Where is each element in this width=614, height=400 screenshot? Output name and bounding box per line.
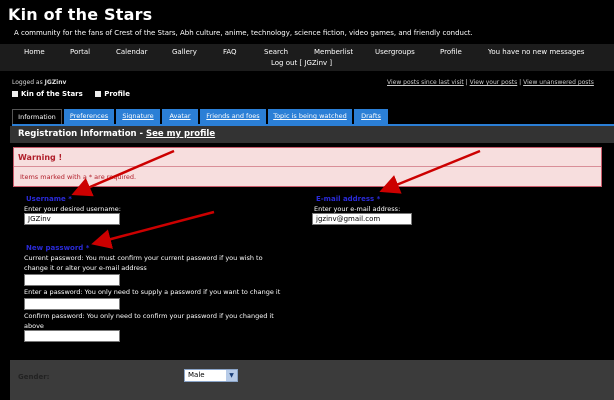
new-password-help: Enter a password: You only need to suppl… — [24, 288, 281, 296]
nav-faq[interactable]: FAQ — [223, 48, 237, 56]
nav-logout[interactable]: Log out [ JGZinv ] — [271, 59, 332, 67]
email-label: E-mail address * — [316, 195, 381, 203]
username-label: Username * — [26, 195, 72, 203]
tab-friends-and-foes[interactable]: Friends and foes — [200, 109, 266, 124]
breadcrumb: Kin of the Stars Profile — [12, 90, 140, 98]
email-input[interactable]: jgzinv@gmail.com — [312, 213, 412, 225]
nav-home[interactable]: Home — [24, 48, 45, 56]
unanswered-posts-link[interactable]: View unanswered posts — [523, 79, 594, 86]
warning-title: Warning ! — [18, 153, 63, 162]
site-description: A community for the fans of Crest of the… — [14, 29, 473, 37]
section-title-text: Registration Information - — [18, 129, 147, 139]
nav-profile[interactable]: Profile — [440, 48, 462, 56]
username-input[interactable]: JGZinv — [24, 213, 120, 225]
new-password-label: New password * — [26, 244, 90, 252]
current-password-help: Current password: You must confirm your … — [24, 254, 263, 272]
gender-label: Gender: — [18, 373, 50, 381]
userbar-links: View posts since last visit | View your … — [387, 79, 594, 86]
nav-memberlist[interactable]: Memberlist — [314, 48, 353, 56]
posts-since-last-visit-link[interactable]: View posts since last visit — [387, 79, 464, 86]
gender-row: Gender: Male ▼ — [10, 360, 614, 400]
gender-selected-value: Male — [188, 371, 205, 379]
logged-as-prefix: Logged as — [12, 79, 43, 86]
home-icon — [12, 91, 18, 97]
section-header: Registration Information - See my profil… — [10, 126, 614, 143]
profile-icon — [95, 91, 102, 97]
section-title: Registration Information - See my profil… — [18, 129, 215, 139]
site-header: Kin of the Stars A community for the fan… — [0, 0, 614, 44]
chevron-down-icon[interactable]: ▼ — [226, 370, 237, 381]
warning-box: Warning ! Items marked with a * are requ… — [13, 147, 602, 187]
see-my-profile-link[interactable]: See my profile — [146, 129, 215, 139]
nav-search[interactable]: Search — [264, 48, 288, 56]
userbar-separator: | — [465, 79, 468, 86]
site-title[interactable]: Kin of the Stars — [8, 5, 152, 24]
breadcrumb-home[interactable]: Kin of the Stars — [21, 90, 83, 98]
nav-usergroups[interactable]: Usergroups — [375, 48, 415, 56]
warning-divider — [14, 166, 601, 167]
tab-information[interactable]: Information — [12, 109, 62, 124]
nav-messages[interactable]: You have no new messages — [488, 48, 584, 56]
tab-watched-topics[interactable]: Topic is being watched — [268, 109, 352, 124]
tab-drafts[interactable]: Drafts — [354, 109, 388, 124]
warning-text: Items marked with a * are required. — [20, 173, 137, 181]
your-posts-link[interactable]: View your posts — [470, 79, 518, 86]
tab-signature[interactable]: Signature — [116, 109, 160, 124]
tab-preferences[interactable]: Preferences — [64, 109, 114, 124]
userbar-separator: | — [519, 79, 522, 86]
confirm-password-input[interactable] — [24, 330, 120, 342]
confirm-password-help: Confirm password: You only need to confi… — [24, 312, 274, 330]
gender-select[interactable]: Male ▼ — [184, 369, 238, 382]
new-password-input[interactable] — [24, 298, 120, 310]
nav-gallery[interactable]: Gallery — [172, 48, 197, 56]
nav-portal[interactable]: Portal — [70, 48, 90, 56]
nav-calendar[interactable]: Calendar — [116, 48, 147, 56]
profile-tabs: Information Preferences Signature Avatar… — [12, 109, 614, 124]
tab-avatar[interactable]: Avatar — [162, 109, 198, 124]
current-password-input[interactable] — [24, 274, 120, 286]
breadcrumb-profile[interactable]: Profile — [104, 90, 130, 98]
main-navbar: Home Portal Calendar Gallery FAQ Search … — [0, 44, 614, 71]
logged-as-text: Logged as JGZinv — [12, 79, 66, 86]
logged-as-user: JGZinv — [44, 79, 67, 86]
